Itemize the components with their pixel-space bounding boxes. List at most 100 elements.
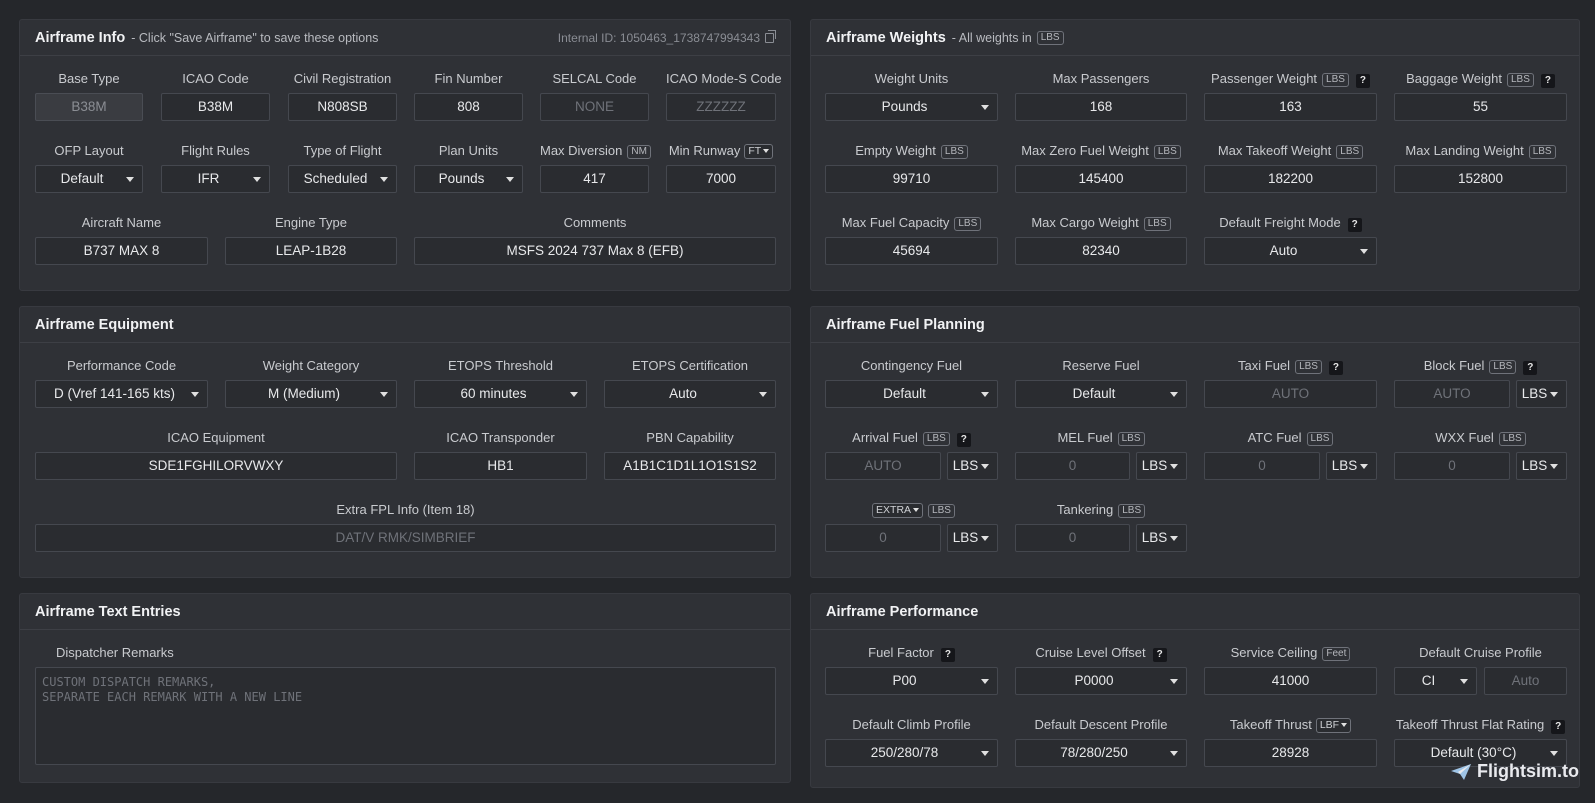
passenger-weight-input[interactable]: 163: [1204, 93, 1377, 121]
tankering-input[interactable]: 0: [1015, 524, 1130, 552]
atc-fuel-unit-select[interactable]: LBS: [1326, 452, 1377, 480]
tankering-unit-select[interactable]: LBS: [1136, 524, 1187, 552]
block-fuel-unit-select[interactable]: LBS: [1516, 380, 1567, 408]
default-cruise-profile-input[interactable]: Auto: [1484, 667, 1567, 695]
default-freight-mode-select[interactable]: Auto: [1204, 237, 1377, 265]
arrival-fuel-unit-select[interactable]: LBS: [947, 452, 998, 480]
extra-fuel-unit-select[interactable]: LBS: [947, 524, 998, 552]
mel-fuel-label: MEL Fuel: [1057, 430, 1113, 445]
service-ceiling-field: Service Ceiling Feet 41000: [1204, 645, 1377, 697]
engine-type-input[interactable]: LEAP-1B28: [225, 237, 397, 265]
fuel-factor-select[interactable]: P00: [825, 667, 998, 695]
performance-code-select[interactable]: D (Vref 141-165 kts): [35, 380, 208, 408]
baggage-weight-input[interactable]: 55: [1394, 93, 1567, 121]
default-climb-profile-select[interactable]: 250/280/78: [825, 739, 998, 767]
max-passengers-input[interactable]: 168: [1015, 93, 1187, 121]
extra-fuel-type-select[interactable]: EXTRA: [872, 503, 924, 518]
service-ceiling-input[interactable]: 41000: [1204, 667, 1377, 695]
max-fuel-capacity-input[interactable]: 45694: [825, 237, 998, 265]
pbn-capability-input[interactable]: A1B1C1D1L1O1S1S2: [604, 452, 776, 480]
max-fuel-capacity-label: Max Fuel Capacity: [841, 215, 950, 230]
wxx-fuel-input[interactable]: 0: [1394, 452, 1510, 480]
help-icon[interactable]: ?: [1523, 361, 1538, 375]
max-takeoff-weight-input[interactable]: 182200: [1204, 165, 1377, 193]
block-fuel-input[interactable]: AUTO: [1394, 380, 1510, 408]
internal-id: Internal ID: 1050463_1738747994343: [558, 30, 776, 45]
etops-certification-select[interactable]: Auto: [604, 380, 776, 408]
weight-units-select[interactable]: Pounds: [825, 93, 998, 121]
help-icon[interactable]: ?: [1551, 720, 1566, 734]
help-icon[interactable]: ?: [1347, 218, 1362, 232]
tankering-label: Tankering: [1056, 502, 1114, 517]
dispatcher-remarks-textarea[interactable]: CUSTOM DISPATCH REMARKS, SEPARATE EACH R…: [35, 667, 776, 765]
help-icon[interactable]: ?: [940, 648, 955, 662]
icao-equipment-input[interactable]: SDE1FGHILORVWXY: [35, 452, 397, 480]
extra-fpl-input[interactable]: DAT/V RMK/SIMBRIEF: [35, 524, 776, 552]
default-descent-profile-select[interactable]: 78/280/250: [1015, 739, 1187, 767]
mode-s-code-input[interactable]: ZZZZZZ: [666, 93, 776, 121]
mel-fuel-unit-select[interactable]: LBS: [1136, 452, 1187, 480]
mode-s-code-field: ICAO Mode-S Code ZZZZZZ: [666, 71, 782, 123]
atc-fuel-input[interactable]: 0: [1204, 452, 1320, 480]
default-cruise-profile-select[interactable]: CI: [1394, 667, 1477, 695]
max-landing-weight-input[interactable]: 152800: [1394, 165, 1567, 193]
field-label: Fuel Factor?: [825, 645, 998, 662]
etops-threshold-select[interactable]: 60 minutes: [414, 380, 587, 408]
extra-fuel-input[interactable]: 0: [825, 524, 941, 552]
plan-units-select[interactable]: Pounds: [414, 165, 523, 193]
min-runway-unit-select[interactable]: FT: [744, 144, 774, 159]
copy-icon[interactable]: [765, 30, 776, 43]
pbn-capability-field: PBN Capability A1B1C1D1L1O1S1S2: [604, 430, 776, 482]
aircraft-name-input[interactable]: B737 MAX 8: [35, 237, 208, 265]
arrival-fuel-input[interactable]: AUTO: [825, 452, 941, 480]
help-icon[interactable]: ?: [956, 433, 971, 447]
weight-category-select[interactable]: M (Medium): [225, 380, 397, 408]
help-icon[interactable]: ?: [1328, 361, 1343, 375]
fin-number-input[interactable]: 808: [414, 93, 523, 121]
internal-id-value: 1050463_1738747994343: [619, 31, 760, 45]
takeoff-thrust-input[interactable]: 28928: [1204, 739, 1377, 767]
type-of-flight-select[interactable]: Scheduled: [288, 165, 397, 193]
ofp-layout-select[interactable]: Default: [35, 165, 143, 193]
cruise-level-offset-select[interactable]: P0000: [1015, 667, 1187, 695]
civil-registration-input[interactable]: N808SB: [288, 93, 397, 121]
airframe-equipment-panel: Airframe Equipment Performance Code D (V…: [19, 306, 791, 578]
base-type-input: B38M: [35, 93, 143, 121]
mel-fuel-input[interactable]: 0: [1015, 452, 1130, 480]
field-label: Aircraft Name: [81, 215, 162, 230]
comments-input[interactable]: MSFS 2024 737 Max 8 (EFB): [414, 237, 776, 265]
unit-value: LBF: [1319, 719, 1340, 731]
block-fuel-label: Block Fuel: [1423, 358, 1485, 373]
icao-transponder-input[interactable]: HB1: [414, 452, 587, 480]
icao-code-input[interactable]: B38M: [161, 93, 270, 121]
passenger-weight-field: Passenger Weight LBS? 163: [1204, 71, 1377, 123]
unit-tag: LBS: [1528, 145, 1556, 159]
help-icon[interactable]: ?: [1152, 648, 1167, 662]
help-icon[interactable]: ?: [1540, 74, 1555, 88]
field-label: Plan Units: [438, 143, 499, 158]
taxi-fuel-input[interactable]: AUTO: [1204, 380, 1377, 408]
dispatcher-remarks-label: Dispatcher Remarks: [56, 645, 174, 660]
field-label: Taxi Fuel LBS?: [1204, 358, 1377, 375]
brand-watermark: Flightsim.to: [1450, 761, 1579, 782]
icao-code-field: ICAO Code B38M: [161, 71, 270, 123]
max-diversion-input[interactable]: 417: [540, 165, 649, 193]
mel-fuel-field: MEL Fuel LBS 0 LBS: [1015, 430, 1187, 482]
help-icon[interactable]: ?: [1355, 74, 1370, 88]
unit-tag: LBS: [954, 217, 982, 231]
extra-fuel-field: EXTRA LBS 0 LBS: [825, 502, 998, 554]
max-zero-fuel-weight-input[interactable]: 145400: [1015, 165, 1187, 193]
field-label: Service Ceiling Feet: [1204, 645, 1377, 661]
flight-rules-select[interactable]: IFR: [161, 165, 270, 193]
field-label: Base Type: [58, 71, 120, 86]
selcal-code-input[interactable]: NONE: [540, 93, 649, 121]
max-cargo-weight-input[interactable]: 82340: [1015, 237, 1187, 265]
field-label: ATC Fuel LBS: [1204, 430, 1377, 446]
empty-weight-input[interactable]: 99710: [825, 165, 998, 193]
unit-tag: LBS: [1306, 432, 1334, 446]
wxx-fuel-unit-select[interactable]: LBS: [1516, 452, 1567, 480]
takeoff-thrust-unit-select[interactable]: LBF: [1315, 718, 1352, 733]
reserve-fuel-select[interactable]: Default: [1015, 380, 1187, 408]
min-runway-input[interactable]: 7000: [666, 165, 776, 193]
contingency-fuel-select[interactable]: Default: [825, 380, 998, 408]
